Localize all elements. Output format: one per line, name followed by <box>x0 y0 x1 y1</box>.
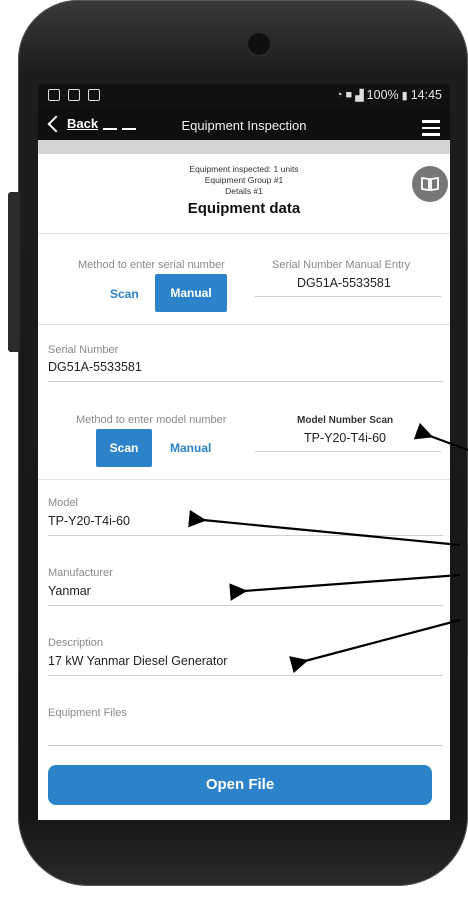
arrow-description <box>289 618 461 674</box>
arrow-manufacturer <box>229 573 461 601</box>
arrow-model-scan <box>413 422 468 452</box>
annotation-arrows <box>188 422 468 674</box>
arrow-model <box>188 509 461 547</box>
